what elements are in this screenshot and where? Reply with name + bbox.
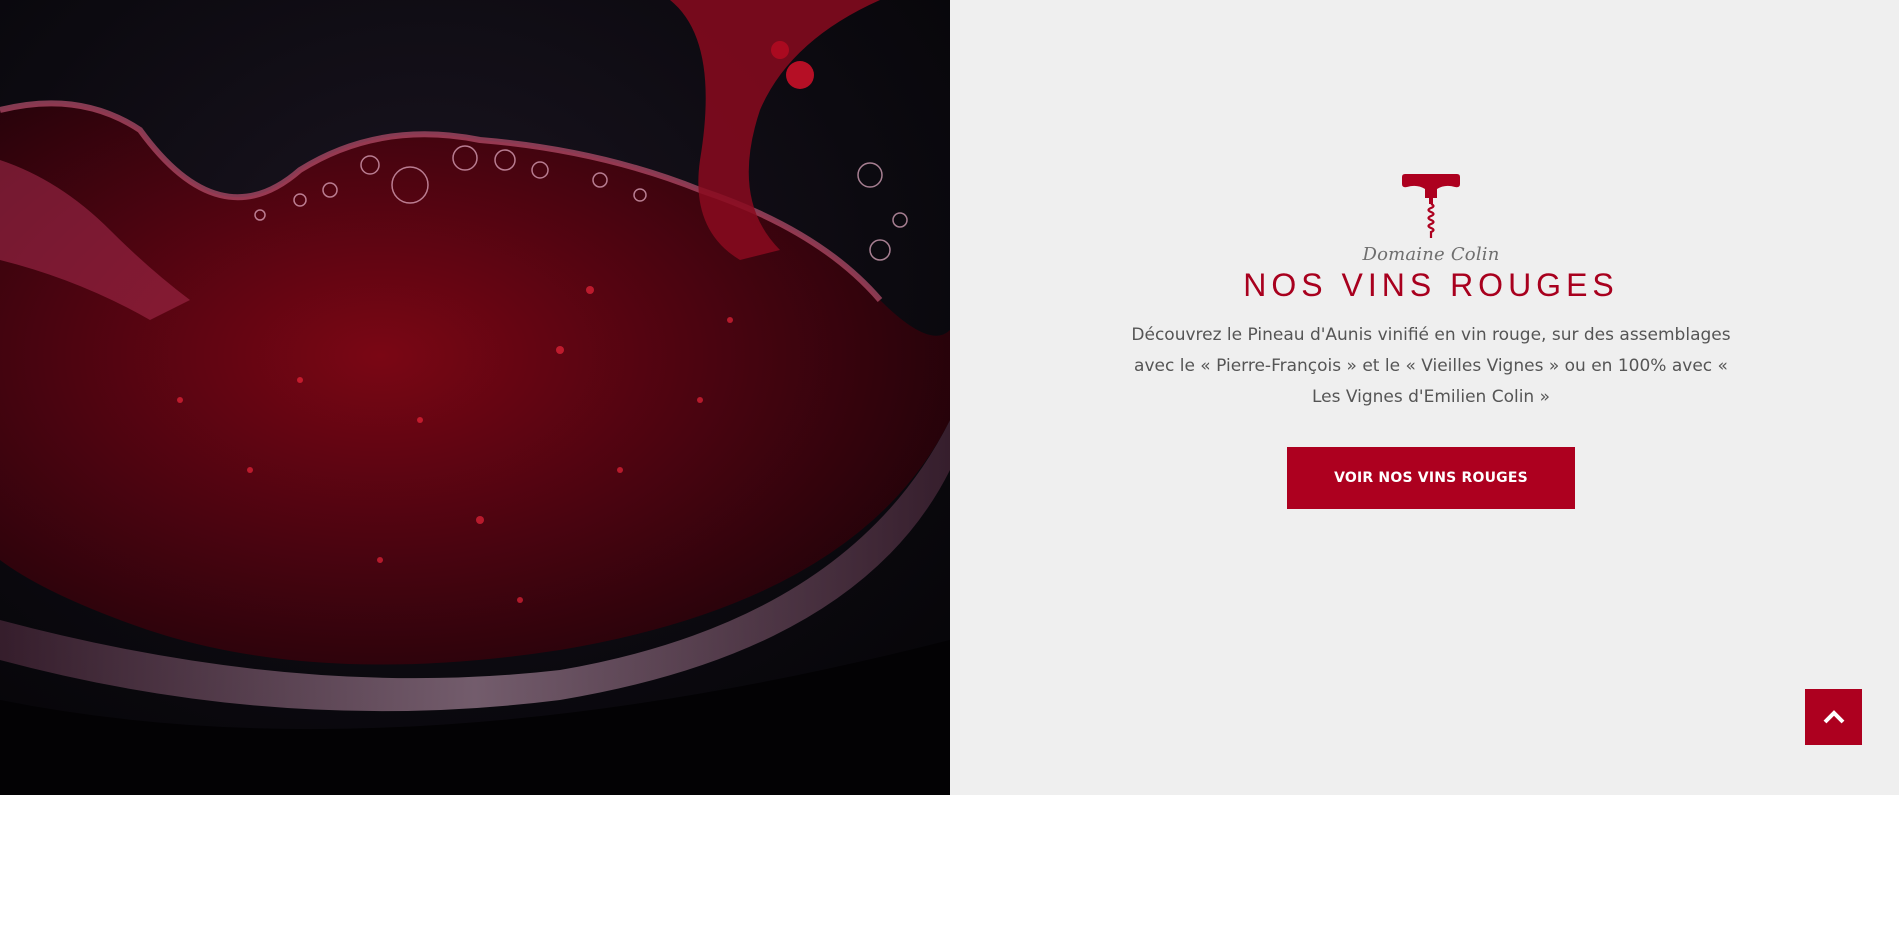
view-red-wines-button[interactable]: VOIR NOS VINS ROUGES <box>1287 447 1575 509</box>
scroll-to-top-button[interactable] <box>1805 689 1862 745</box>
section-description: Découvrez le Pineau d'Aunis vinifié en v… <box>1131 325 1731 407</box>
red-wines-section: Domaine Colin NOS VINS ROUGES Découvrez … <box>0 0 1899 795</box>
corkscrew-icon <box>1402 174 1460 238</box>
brand-subtitle: Domaine Colin <box>1362 244 1500 265</box>
section-title: NOS VINS ROUGES <box>1243 267 1619 303</box>
page-bottom-area <box>0 795 1899 945</box>
red-wines-content: Domaine Colin NOS VINS ROUGES Découvrez … <box>950 172 1899 509</box>
red-wine-glass-image <box>0 0 950 795</box>
red-wines-panel: Domaine Colin NOS VINS ROUGES Découvrez … <box>950 0 1899 795</box>
chevron-up-icon <box>1823 710 1844 724</box>
